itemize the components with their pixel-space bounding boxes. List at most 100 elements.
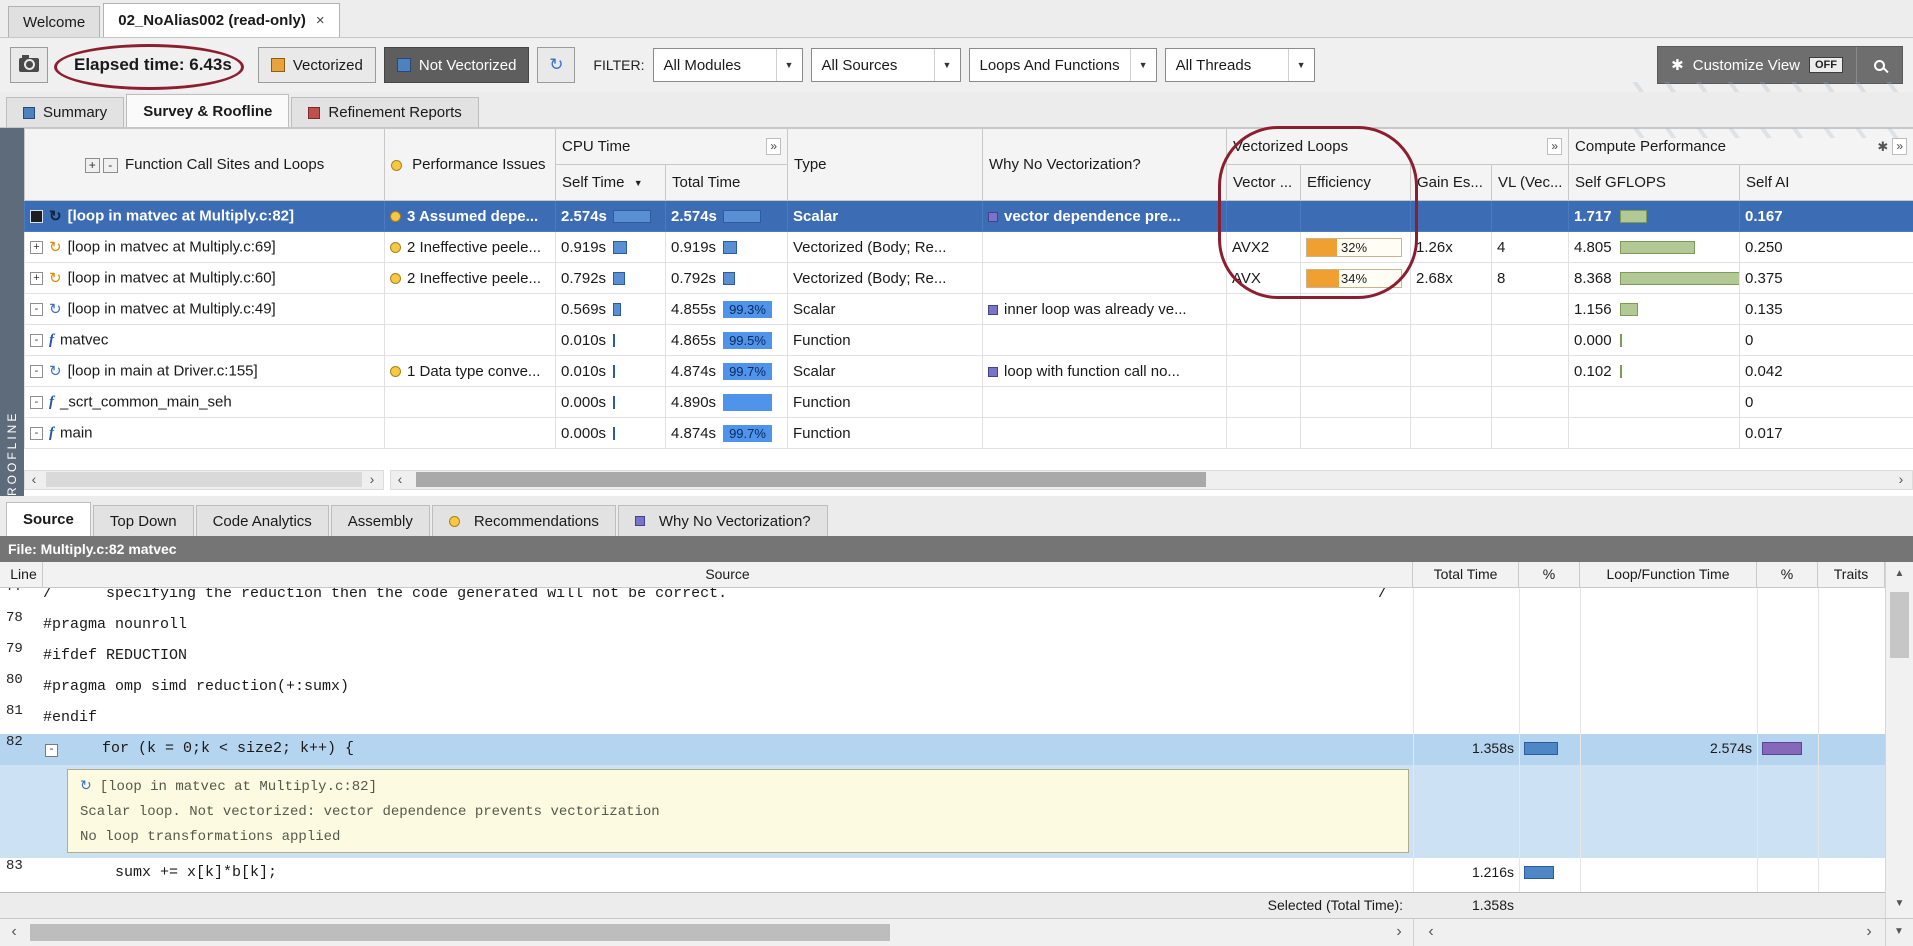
scrollbar-thumb[interactable] [416, 472, 1206, 487]
column-group-cpu-time[interactable]: » CPU Time [556, 129, 788, 165]
cell-function[interactable]: -fmain [25, 418, 385, 449]
expand-columns-icon[interactable]: » [1547, 138, 1562, 155]
column-header-type[interactable]: Type [788, 129, 983, 201]
not-vectorized-filter-button[interactable]: Not Vectorized [384, 47, 530, 83]
clear-filters-button[interactable]: ↻ [537, 47, 575, 83]
cell-performance-issues[interactable]: 3 Assumed depe... [385, 201, 556, 232]
table-row[interactable]: -fmatvec0.010s4.865s99.5%Function0.0000 [25, 325, 1913, 356]
scroll-right-button[interactable]: › [1857, 921, 1881, 945]
cell-performance-issues[interactable] [385, 387, 556, 418]
threads-dropdown[interactable]: All Threads ▼ [1165, 48, 1315, 82]
cell-performance-issues[interactable] [385, 325, 556, 356]
table-row[interactable]: -f_scrt_common_main_seh0.000s4.890sFunct… [25, 387, 1913, 418]
scrollbar-thumb[interactable] [1890, 592, 1909, 658]
table-row[interactable]: ↻[loop in matvec at Multiply.c:82]3 Assu… [25, 201, 1913, 232]
cell-function[interactable]: -↻[loop in matvec at Multiply.c:49] [25, 294, 385, 325]
scroll-left-button[interactable]: ‹ [1419, 921, 1443, 945]
expand-columns-icon[interactable]: » [1892, 138, 1907, 155]
scroll-down-button[interactable]: ▼ [1887, 921, 1911, 945]
scroll-right-button[interactable]: › [1891, 470, 1911, 490]
source-line[interactable]: 77/ specifying the reduction then the co… [0, 588, 1913, 610]
loops-functions-dropdown[interactable]: Loops And Functions ▼ [969, 48, 1157, 82]
collapse-all-button[interactable]: - [103, 158, 118, 173]
source-line[interactable]: 81#endif [0, 703, 1913, 734]
scroll-down-button[interactable]: ▼ [1886, 892, 1913, 918]
column-group-vectorized-loops[interactable]: » Vectorized Loops [1227, 129, 1569, 165]
expand-all-button[interactable]: + [85, 158, 100, 173]
customize-view-button[interactable]: ✱ Customize View OFF [1658, 47, 1856, 83]
snapshot-button[interactable] [10, 47, 48, 83]
source-line[interactable]: 83 sumx += x[k]*b[k];1.216s [0, 858, 1913, 892]
column-header-gflops[interactable]: Self GFLOPS [1569, 165, 1740, 201]
scroll-up-button[interactable]: ▲ [1886, 562, 1913, 588]
expander-icon[interactable]: - [30, 396, 43, 409]
column-header-why[interactable]: Why No Vectorization? [983, 129, 1227, 201]
expander-icon[interactable]: - [30, 427, 43, 440]
tab-source[interactable]: Source [6, 502, 91, 536]
table-row[interactable]: +↻[loop in matvec at Multiply.c:60]2 Ine… [25, 263, 1913, 294]
vectorized-filter-button[interactable]: Vectorized [258, 47, 376, 83]
roofline-sidebar[interactable]: ROOFLINE [0, 128, 24, 496]
tab-why-no-vectorization[interactable]: Why No Vectorization? [618, 505, 828, 536]
expander-icon[interactable]: + [30, 272, 43, 285]
source-line[interactable]: 80#pragma omp simd reduction(+:sumx) [0, 672, 1913, 703]
cell-performance-issues[interactable] [385, 418, 556, 449]
tab-refinement-reports[interactable]: Refinement Reports [291, 97, 478, 127]
tab-welcome[interactable]: Welcome [8, 6, 100, 37]
expander-icon[interactable]: - [30, 303, 43, 316]
column-header-gain[interactable]: Gain Es... [1411, 165, 1492, 201]
table-row[interactable]: -↻[loop in matvec at Multiply.c:49]0.569… [25, 294, 1913, 325]
toggle-off-badge[interactable]: OFF [1809, 57, 1843, 73]
column-group-compute-performance[interactable]: » ✱ Compute Performance [1569, 129, 1913, 165]
expand-columns-icon[interactable]: » [766, 138, 781, 155]
expander-icon[interactable]: + [30, 241, 43, 254]
column-header-efficiency[interactable]: Efficiency [1301, 165, 1411, 201]
tab-result[interactable]: 02_NoAlias002 (read-only) × [103, 3, 339, 37]
close-icon[interactable]: × [316, 12, 325, 29]
source-line[interactable]: 78#pragma nounroll [0, 610, 1913, 641]
column-header-self-time[interactable]: Self Time ▼ [556, 165, 666, 201]
column-header-function[interactable]: +- Function Call Sites and Loops [25, 129, 385, 201]
expander-icon[interactable]: - [30, 365, 43, 378]
cell-performance-issues[interactable] [385, 294, 556, 325]
column-header-vl[interactable]: VL (Vec... [1492, 165, 1569, 201]
cell-function[interactable]: +↻[loop in matvec at Multiply.c:60] [25, 263, 385, 294]
cell-performance-issues[interactable]: 1 Data type conve... [385, 356, 556, 387]
scroll-right-button[interactable]: › [1387, 921, 1411, 945]
tab-recommendations[interactable]: Recommendations [432, 505, 616, 536]
cell-function[interactable]: +↻[loop in matvec at Multiply.c:69] [25, 232, 385, 263]
scroll-left-button[interactable]: ‹ [390, 470, 410, 490]
grid-horizontal-scrollbar[interactable]: ‹ › ‹ › [24, 470, 1913, 490]
tab-top-down[interactable]: Top Down [93, 505, 194, 536]
window-bottom-scrollbar[interactable]: ‹ › ‹ › ▼ [0, 918, 1913, 946]
collapse-icon[interactable]: - [45, 744, 58, 757]
scroll-left-button[interactable]: ‹ [2, 921, 26, 945]
cell-function[interactable]: -fmatvec [25, 325, 385, 356]
cell-function[interactable]: ↻[loop in matvec at Multiply.c:82] [25, 201, 385, 232]
tab-assembly[interactable]: Assembly [331, 505, 430, 536]
cell-function[interactable]: -↻[loop in main at Driver.c:155] [25, 356, 385, 387]
scroll-right-button[interactable]: › [362, 470, 382, 490]
scrollbar-thumb[interactable] [46, 472, 362, 487]
tab-code-analytics[interactable]: Code Analytics [196, 505, 329, 536]
source-line[interactable]: 82- for (k = 0;k < size2; k++) {1.358s2.… [0, 734, 1913, 765]
table-row[interactable]: -↻[loop in main at Driver.c:155]1 Data t… [25, 356, 1913, 387]
scroll-left-button[interactable]: ‹ [24, 470, 44, 490]
expander-icon[interactable]: - [30, 334, 43, 347]
table-row[interactable]: +↻[loop in matvec at Multiply.c:69]2 Ine… [25, 232, 1913, 263]
column-header-ai[interactable]: Self AI [1740, 165, 1913, 201]
modules-dropdown[interactable]: All Modules ▼ [653, 48, 803, 82]
column-header-issues[interactable]: Performance Issues [385, 129, 556, 201]
cell-function[interactable]: -f_scrt_common_main_seh [25, 387, 385, 418]
column-header-total-time[interactable]: Total Time [666, 165, 788, 201]
sources-dropdown[interactable]: All Sources ▼ [811, 48, 961, 82]
scrollbar-thumb[interactable] [30, 924, 890, 941]
source-vertical-scrollbar[interactable]: ▲ ▼ [1885, 562, 1913, 918]
tab-survey-roofline[interactable]: Survey & Roofline [126, 94, 289, 127]
cell-performance-issues[interactable]: 2 Ineffective peele... [385, 232, 556, 263]
table-row[interactable]: -fmain0.000s4.874s99.7%Function0.017 [25, 418, 1913, 449]
cell-performance-issues[interactable]: 2 Ineffective peele... [385, 263, 556, 294]
source-line[interactable]: 79#ifdef REDUCTION [0, 641, 1913, 672]
search-button[interactable] [1856, 47, 1902, 83]
gear-icon[interactable]: ✱ [1877, 138, 1888, 155]
